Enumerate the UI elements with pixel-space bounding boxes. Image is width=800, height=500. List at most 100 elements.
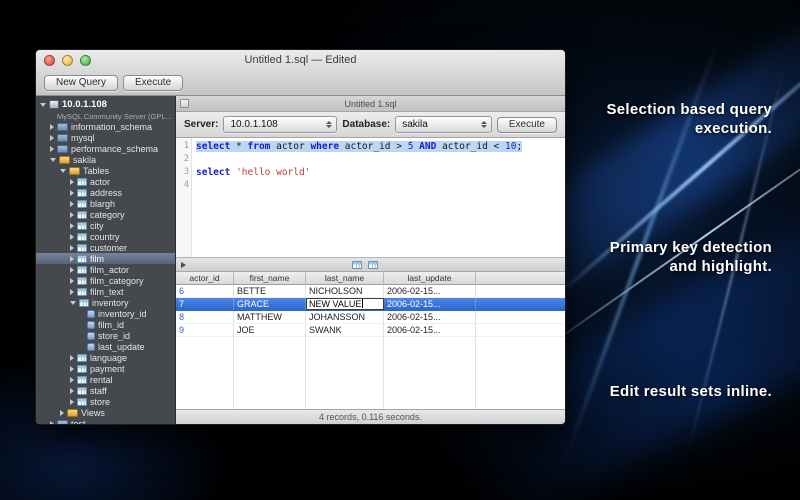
disclosure-open-icon[interactable] <box>40 103 46 107</box>
run-query-icon[interactable] <box>181 262 186 268</box>
sidebar-item-film-text[interactable]: film_text <box>36 286 175 297</box>
result-cell[interactable]: JOE <box>234 324 306 336</box>
sidebar-item-views[interactable]: Views <box>36 407 175 418</box>
sidebar-item-tables[interactable]: Tables <box>36 165 175 176</box>
result-cell[interactable]: 6 <box>176 285 234 297</box>
disclosure-open-icon[interactable] <box>50 158 56 162</box>
disclosure-closed-icon[interactable] <box>70 355 74 361</box>
sidebar-item-film-id[interactable]: film_id <box>36 319 175 330</box>
result-cell[interactable]: MATTHEW <box>234 311 306 323</box>
sql-editor[interactable]: 1234 select * from actor where actor_id … <box>176 138 565 258</box>
field-icon <box>87 321 95 329</box>
result-cell[interactable]: 2006-02-15... <box>384 311 476 323</box>
database-popup[interactable]: sakila <box>395 116 492 133</box>
result-row[interactable]: 6BETTENICHOLSON2006-02-15... <box>176 285 565 298</box>
column-header-first-name[interactable]: first_name <box>234 272 306 285</box>
disclosure-closed-icon[interactable] <box>50 421 54 425</box>
text-view-icon[interactable] <box>368 261 378 269</box>
disclosure-closed-icon[interactable] <box>70 179 74 185</box>
sidebar-item-payment[interactable]: payment <box>36 363 175 374</box>
sidebar-item-inventory-id[interactable]: inventory_id <box>36 308 175 319</box>
result-cell[interactable]: 9 <box>176 324 234 336</box>
result-cell[interactable]: 8 <box>176 311 234 323</box>
column-header-last-update[interactable]: last_update <box>384 272 476 285</box>
sidebar-item-film[interactable]: film <box>36 253 175 264</box>
zoom-button[interactable] <box>80 55 91 66</box>
query-execute-button[interactable]: Execute <box>497 117 557 133</box>
disclosure-open-icon[interactable] <box>70 301 76 305</box>
sidebar-item-sakila[interactable]: sakila <box>36 154 175 165</box>
disclosure-closed-icon[interactable] <box>50 135 54 141</box>
disclosure-closed-icon[interactable] <box>50 146 54 152</box>
result-cell[interactable]: NICHOLSON <box>306 285 384 297</box>
disclosure-closed-icon[interactable] <box>70 388 74 394</box>
sidebar-item-10-0-1-108[interactable]: 10.0.1.108 <box>36 98 175 111</box>
sidebar-item-language[interactable]: language <box>36 352 175 363</box>
sidebar-item-information-schema[interactable]: information_schema <box>36 121 175 132</box>
result-cell[interactable]: 2006-02-15... <box>384 324 476 336</box>
close-button[interactable] <box>44 55 55 66</box>
tab-untitled[interactable]: Untitled 1.sql <box>176 99 565 109</box>
result-cell[interactable]: SWANK <box>306 324 384 336</box>
disclosure-closed-icon[interactable] <box>70 223 74 229</box>
sidebar-item-staff[interactable]: staff <box>36 385 175 396</box>
result-cell[interactable]: NEW VALUE <box>306 298 384 310</box>
minimize-button[interactable] <box>62 55 73 66</box>
disclosure-closed-icon[interactable] <box>70 234 74 240</box>
sidebar-item-country[interactable]: country <box>36 231 175 242</box>
disclosure-open-icon[interactable] <box>60 169 66 173</box>
folder-yellow-icon <box>69 167 80 175</box>
result-cell[interactable]: 2006-02-15... <box>384 298 476 310</box>
sidebar-item-film-actor[interactable]: film_actor <box>36 264 175 275</box>
pane-list-icon[interactable] <box>180 99 189 108</box>
title-bar[interactable]: Untitled 1.sql — Edited <box>36 50 565 70</box>
sidebar-item-film-category[interactable]: film_category <box>36 275 175 286</box>
grid-view-icon[interactable] <box>352 261 362 269</box>
sidebar-item-mysql[interactable]: mysql <box>36 132 175 143</box>
sidebar-item-city[interactable]: city <box>36 220 175 231</box>
sidebar-item-category[interactable]: category <box>36 209 175 220</box>
result-row[interactable]: 9JOESWANK2006-02-15... <box>176 324 565 337</box>
sidebar-item-store-id[interactable]: store_id <box>36 330 175 341</box>
sidebar-item-rental[interactable]: rental <box>36 374 175 385</box>
result-cell[interactable]: JOHANSSON <box>306 311 384 323</box>
sidebar-item-mysql-community-server-gpl-5-6-1[interactable]: MySQL Community Server (GPL) 5.6.1... <box>36 111 175 121</box>
disclosure-closed-icon[interactable] <box>70 366 74 372</box>
sidebar-item-blargh[interactable]: blargh <box>36 198 175 209</box>
disclosure-closed-icon[interactable] <box>70 377 74 383</box>
disclosure-closed-icon[interactable] <box>70 190 74 196</box>
sidebar-item-address[interactable]: address <box>36 187 175 198</box>
result-row[interactable]: 7GRACENEW VALUE2006-02-15... <box>176 298 565 311</box>
disclosure-closed-icon[interactable] <box>70 278 74 284</box>
disclosure-closed-icon[interactable] <box>50 124 54 130</box>
disclosure-closed-icon[interactable] <box>70 245 74 251</box>
disclosure-closed-icon[interactable] <box>70 256 74 262</box>
disclosure-closed-icon[interactable] <box>60 410 64 416</box>
disclosure-closed-icon[interactable] <box>70 289 74 295</box>
server-popup[interactable]: 10.0.1.108 <box>223 116 337 133</box>
result-cell[interactable]: GRACE <box>234 298 306 310</box>
folder-yellow-icon <box>59 156 70 164</box>
sidebar-item-customer[interactable]: customer <box>36 242 175 253</box>
sidebar-item-test[interactable]: test <box>36 418 175 424</box>
execute-button[interactable]: Execute <box>123 75 183 91</box>
disclosure-closed-icon[interactable] <box>70 399 74 405</box>
disclosure-closed-icon[interactable] <box>70 201 74 207</box>
sidebar-item-store[interactable]: store <box>36 396 175 407</box>
sidebar-item-last-update[interactable]: last_update <box>36 341 175 352</box>
disclosure-closed-icon[interactable] <box>70 212 74 218</box>
disclosure-closed-icon[interactable] <box>70 267 74 273</box>
result-cell[interactable]: 7 <box>176 298 234 310</box>
result-cell[interactable]: BETTE <box>234 285 306 297</box>
column-header-actor-id[interactable]: actor_id <box>176 272 234 285</box>
sidebar-item-actor[interactable]: actor <box>36 176 175 187</box>
sql-code[interactable]: select * from actor where actor_id > 5 A… <box>192 138 565 257</box>
result-cell[interactable]: 2006-02-15... <box>384 285 476 297</box>
sql-token: > <box>396 141 407 152</box>
tab-bar[interactable]: Untitled 1.sql <box>176 96 565 112</box>
column-header-last-name[interactable]: last_name <box>306 272 384 285</box>
sidebar-item-performance-schema[interactable]: performance_schema <box>36 143 175 154</box>
sidebar-item-inventory[interactable]: inventory <box>36 297 175 308</box>
new-query-button[interactable]: New Query <box>44 75 118 91</box>
result-row[interactable]: 8MATTHEWJOHANSSON2006-02-15... <box>176 311 565 324</box>
